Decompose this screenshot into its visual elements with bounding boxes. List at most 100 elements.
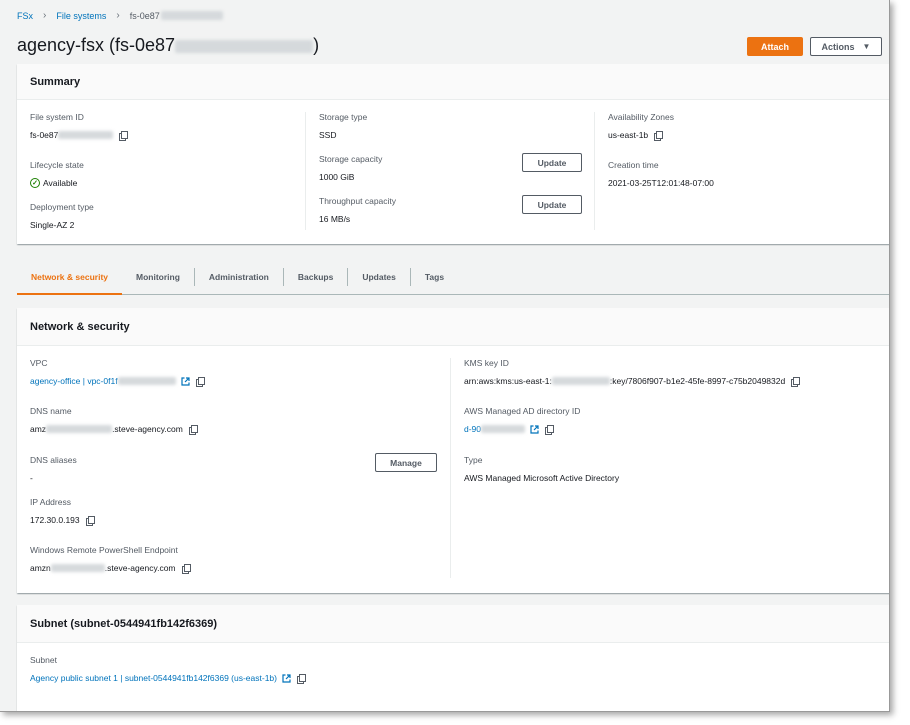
update-storage-button[interactable]: Update [522, 153, 582, 172]
redacted-text [46, 425, 113, 433]
powershell-endpoint-value: amzn .steve-agency.com [30, 563, 191, 574]
ad-directory-field: AWS Managed AD directory ID d-90 [464, 406, 581, 435]
ip-text: 172.30.0.193 [30, 515, 80, 525]
tab-network-security[interactable]: Network & security [17, 260, 122, 295]
dns-suffix: .steve-agency.com [112, 424, 183, 434]
breadcrumb-file-systems-link[interactable]: File systems [56, 11, 106, 21]
copy-icon[interactable] [188, 424, 198, 435]
copy-icon[interactable] [181, 563, 191, 574]
dns-aliases-field: DNS aliases - [30, 455, 77, 483]
status-check-icon: ✓ [30, 178, 40, 188]
kms-suffix: :key/7806f907-b1e2-45fe-8997-c75b2049832… [609, 376, 786, 386]
fs-id-label: File system ID [30, 112, 84, 122]
redacted-text [58, 131, 114, 139]
copy-icon[interactable] [654, 130, 664, 141]
subnet-label: Subnet [30, 655, 57, 665]
redacted-text [50, 564, 105, 572]
vpc-label: VPC [30, 358, 48, 368]
type-label: Type [464, 455, 483, 465]
az-field: Availability Zones us-east-1b [608, 112, 674, 141]
redacted-text [551, 377, 610, 385]
storage-type-label: Storage type [319, 112, 368, 122]
chevron-right-icon: › [43, 10, 47, 21]
breadcrumb-fsx-link[interactable]: FSx [17, 11, 33, 21]
dns-name-field: DNS name amz .steve-agency.com [30, 406, 198, 435]
fs-id-value: fs-0e87 [30, 130, 129, 141]
external-link-icon[interactable] [180, 376, 190, 386]
storage-capacity-value: 1000 GiB [319, 172, 355, 182]
vpc-value: agency-office | vpc-0f1f [30, 376, 205, 387]
tab-administration[interactable]: Administration [195, 260, 283, 295]
vpc-field: VPC agency-office | vpc-0f1f [30, 358, 205, 387]
fs-id-text: fs-0e87 [30, 130, 59, 140]
dns-prefix: amz [30, 424, 47, 434]
network-security-card: Network & security VPC agency-office | v… [17, 308, 889, 593]
ip-address-field: IP Address 172.30.0.193 [30, 497, 95, 526]
page-title-close: ) [313, 35, 320, 55]
kms-key-label: KMS key ID [464, 358, 509, 368]
tab-updates[interactable]: Updates [348, 260, 410, 295]
copy-icon[interactable] [545, 424, 555, 435]
lifecycle-label: Lifecycle state [30, 160, 84, 170]
ip-address-value: 172.30.0.193 [30, 515, 95, 526]
page-title: agency-fsx (fs-0e87) [17, 35, 319, 56]
ad-directory-value: d-90 [464, 424, 580, 435]
kms-prefix: arn:aws:kms:us-east-1: [464, 376, 552, 386]
lifecycle-value: ✓ Available [30, 178, 84, 188]
throughput-label: Throughput capacity [319, 196, 397, 206]
fs-id-field: File system ID fs-0e87 [30, 112, 129, 141]
az-label: Availability Zones [608, 112, 674, 122]
copy-icon[interactable] [85, 515, 95, 526]
kms-key-field: KMS key ID arn:aws:kms:us-east-1: :key/7… [464, 358, 801, 387]
ps-suffix: .steve-agency.com [104, 563, 176, 573]
creation-time-value: 2021-03-25T12:01:48-07:00 [608, 178, 714, 188]
ad-directory-link[interactable]: d-90 [464, 424, 481, 434]
subnet-value: Agency public subnet 1 | subnet-0544941f… [30, 673, 306, 684]
deployment-label: Deployment type [30, 202, 94, 212]
tab-backups[interactable]: Backups [284, 260, 347, 295]
external-link-icon[interactable] [282, 673, 291, 683]
breadcrumb-current: fs-0e87 [129, 10, 160, 21]
manage-aliases-button[interactable]: Manage [375, 453, 437, 472]
breadcrumb: FSx › File systems › fs-0e87 [17, 10, 223, 21]
copy-icon[interactable] [119, 130, 129, 141]
attach-button[interactable]: Attach [747, 37, 803, 56]
column-divider [305, 112, 306, 230]
vpc-link[interactable]: agency-office | vpc-0f1f [30, 376, 118, 386]
update-throughput-button[interactable]: Update [522, 195, 582, 214]
az-value: us-east-1b [608, 130, 674, 141]
creation-time-label: Creation time [608, 160, 659, 170]
ps-prefix: amzn [30, 563, 51, 573]
tab-bar: Network & security Monitoring Administra… [17, 260, 889, 295]
tab-monitoring[interactable]: Monitoring [122, 260, 194, 295]
external-link-icon[interactable] [530, 424, 539, 434]
copy-icon[interactable] [791, 376, 801, 387]
subnet-card: Subnet (subnet-0544941fb142f6369) Subnet… [17, 605, 889, 711]
tab-tags[interactable]: Tags [411, 260, 458, 295]
deployment-field: Deployment type Single-AZ 2 [30, 202, 94, 230]
redacted-text [160, 11, 223, 20]
ad-directory-label: AWS Managed AD directory ID [464, 406, 581, 416]
summary-heading: Summary [17, 64, 889, 100]
redacted-text [175, 39, 314, 53]
actions-button[interactable]: Actions ▼ [810, 37, 882, 56]
fsx-console-page: FSx › File systems › fs-0e87 agency-fsx … [0, 0, 890, 712]
copy-icon[interactable] [195, 376, 205, 387]
az-text: us-east-1b [608, 130, 649, 140]
page-title-text: agency-fsx (fs-0e87 [17, 35, 176, 55]
powershell-endpoint-field: Windows Remote PowerShell Endpoint amzn … [30, 545, 191, 574]
actions-label: Actions [821, 41, 855, 52]
copy-icon[interactable] [297, 673, 306, 684]
redacted-text [481, 425, 526, 433]
subnet-link[interactable]: Agency public subnet 1 | subnet-0544941f… [30, 673, 277, 683]
summary-card: Summary File system ID fs-0e87 Lifecycle… [17, 64, 889, 244]
lifecycle-text: Available [43, 178, 78, 188]
dns-name-label: DNS name [30, 406, 72, 416]
powershell-endpoint-label: Windows Remote PowerShell Endpoint [30, 545, 178, 555]
dns-aliases-value: - [30, 473, 33, 483]
redacted-text [117, 377, 176, 385]
creation-time-field: Creation time 2021-03-25T12:01:48-07:00 [608, 160, 714, 188]
caret-down-icon: ▼ [862, 42, 871, 51]
ip-address-label: IP Address [30, 497, 71, 507]
storage-capacity-field: Storage capacity 1000 GiB [319, 154, 382, 182]
